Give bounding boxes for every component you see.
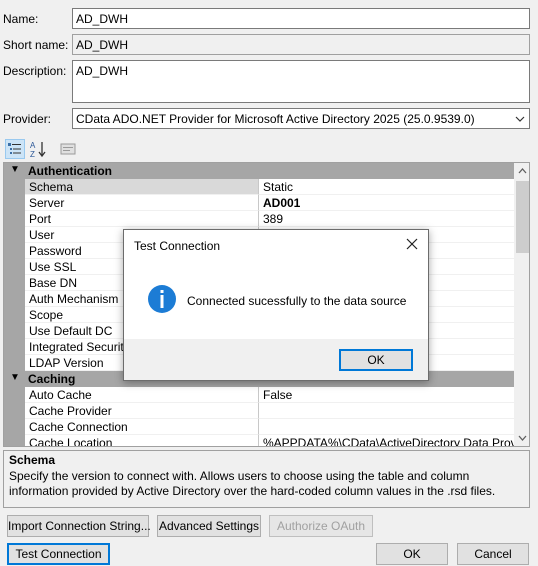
test-connection-dialog[interactable]: Test Connection Connected sucessfully to… xyxy=(123,229,429,381)
provider-select[interactable]: CData ADO.NET Provider for Microsoft Act… xyxy=(72,108,530,129)
chevron-down-icon xyxy=(515,116,525,122)
svg-text:A: A xyxy=(30,141,36,150)
property-value-schema[interactable]: Static xyxy=(259,179,514,195)
property-pages-button[interactable] xyxy=(58,139,78,159)
property-name-schema[interactable]: Schema xyxy=(25,179,259,195)
svg-text:Z: Z xyxy=(30,150,35,158)
category-authentication[interactable]: ▼ Authentication xyxy=(4,163,514,179)
property-value-cache-connection[interactable] xyxy=(259,419,514,435)
property-name-auto-cache[interactable]: Auto Cache xyxy=(25,387,259,403)
categorized-view-button[interactable] xyxy=(5,139,25,159)
property-value-auto-cache[interactable]: False xyxy=(259,387,514,403)
description-field[interactable]: AD_DWH xyxy=(72,60,530,103)
scroll-up-icon[interactable] xyxy=(517,166,528,176)
cancel-button[interactable]: Cancel xyxy=(457,543,529,565)
description-title: Schema xyxy=(9,453,56,467)
property-value-cache-provider[interactable] xyxy=(259,403,514,419)
dialog-ok-button[interactable]: OK xyxy=(339,349,413,371)
alphabetical-sort-button[interactable]: A Z xyxy=(28,139,48,159)
description-label: Description: xyxy=(3,64,67,78)
short-name-field[interactable]: AD_DWH xyxy=(72,34,530,55)
grid-scrollbar[interactable] xyxy=(514,163,529,446)
property-value-port[interactable]: 389 xyxy=(259,211,514,227)
provider-value: CData ADO.NET Provider for Microsoft Act… xyxy=(76,111,475,126)
name-field[interactable]: AD_DWH xyxy=(72,8,530,29)
advanced-settings-button[interactable]: Advanced Settings xyxy=(157,515,261,537)
property-pages-icon xyxy=(60,143,76,155)
category-title: Authentication xyxy=(28,164,112,178)
authorize-oauth-button[interactable]: Authorize OAuth xyxy=(269,515,373,537)
category-title: Caching xyxy=(28,372,76,386)
import-connection-string-button[interactable]: Import Connection String... xyxy=(7,515,151,537)
name-label: Name: xyxy=(3,12,39,26)
property-name-cache-provider[interactable]: Cache Provider xyxy=(25,403,259,419)
property-description-panel: Schema Specify the version to connect wi… xyxy=(3,450,530,508)
dialog-message: Connected sucessfully to the data source xyxy=(187,294,407,308)
categorized-view-icon xyxy=(8,143,21,154)
scroll-down-icon[interactable] xyxy=(517,433,528,443)
property-name-cache-location[interactable]: Cache Location xyxy=(25,435,259,446)
close-icon[interactable] xyxy=(405,237,419,251)
dialog-title: Test Connection xyxy=(134,239,221,253)
property-name-cache-connection[interactable]: Cache Connection xyxy=(25,419,259,435)
alphabetical-sort-icon: A Z xyxy=(30,141,46,158)
ok-button[interactable]: OK xyxy=(376,543,448,565)
collapse-icon[interactable]: ▼ xyxy=(10,164,20,175)
provider-label: Provider: xyxy=(3,112,52,126)
scroll-thumb[interactable] xyxy=(516,181,529,253)
property-value-cache-location[interactable]: %APPDATA%\CData\ActiveDirectory Data Pro… xyxy=(259,435,514,446)
property-name-server[interactable]: Server xyxy=(25,195,259,211)
collapse-icon[interactable]: ▼ xyxy=(10,372,20,383)
property-name-port[interactable]: Port xyxy=(25,211,259,227)
dialog-footer: OK xyxy=(124,339,428,380)
info-icon xyxy=(148,285,176,313)
property-value-server[interactable]: AD001 xyxy=(259,195,514,211)
short-name-label: Short name: xyxy=(3,38,69,52)
test-connection-button[interactable]: Test Connection xyxy=(7,543,110,565)
description-text: Specify the version to connect with. All… xyxy=(9,469,496,498)
